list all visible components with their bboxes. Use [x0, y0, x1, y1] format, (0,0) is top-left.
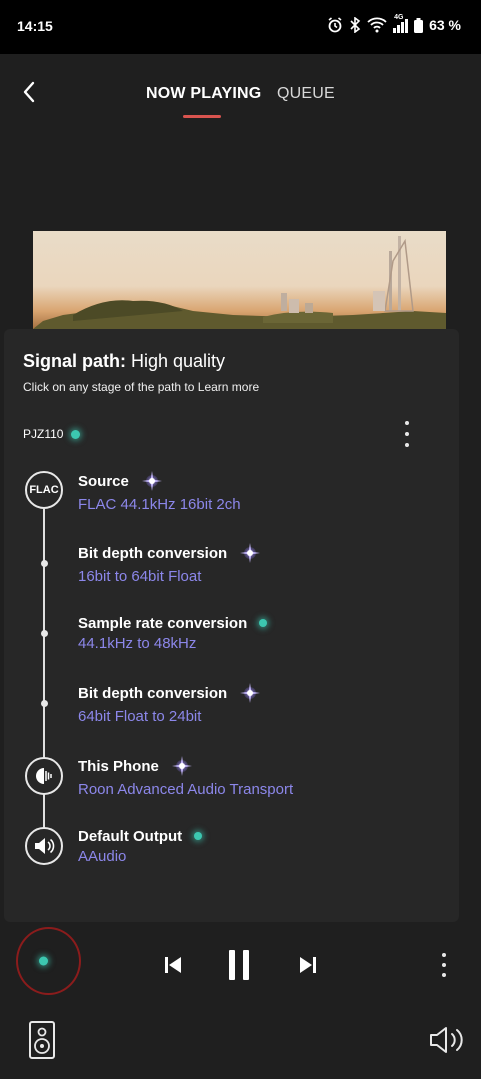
alarm-icon: [328, 17, 342, 33]
stage-bit-depth-1[interactable]: Bit depth conversion 16bit to 64bit Floa…: [78, 543, 261, 585]
volume-button[interactable]: [428, 1025, 466, 1060]
flac-badge-label: FLAC: [29, 484, 59, 496]
stage-source[interactable]: Source FLAC 44.1kHz 16bit 2ch: [78, 471, 241, 513]
more-options-button[interactable]: [400, 419, 414, 449]
album-art[interactable]: [33, 231, 446, 331]
stage-detail: AAudio: [78, 848, 127, 865]
signal-path-title: Signal path: High quality: [23, 351, 225, 372]
path-node: [41, 630, 48, 637]
battery-icon: [414, 17, 424, 33]
stage-detail: FLAC 44.1kHz 16bit 2ch: [78, 496, 241, 513]
stage-name: Bit depth conversion: [78, 684, 228, 702]
pause-icon: [229, 950, 249, 980]
stage-name: Sample rate conversion: [78, 614, 248, 632]
stage-detail: 16bit to 64bit Float: [78, 568, 202, 585]
enhanced-quality-icon: [141, 470, 163, 492]
bottom-bar: [0, 1005, 481, 1079]
signal-path-subtitle: Click on any stage of the path to Learn …: [23, 380, 260, 394]
zone-name: PJZ110: [23, 427, 64, 441]
tab-now-playing[interactable]: NOW PLAYING: [146, 85, 261, 103]
pause-button[interactable]: [226, 949, 252, 981]
battery-percent: 63 %: [429, 17, 461, 33]
signal-path-panel: Signal path: High quality Click on any s…: [4, 329, 459, 922]
network-type: 4G: [394, 14, 404, 21]
zone-picker-button[interactable]: [28, 1020, 56, 1065]
active-tab-indicator: [183, 115, 221, 118]
status-icons: 4G 63 %: [327, 14, 461, 33]
stage-name: Default Output: [78, 827, 183, 845]
flac-badge-icon[interactable]: FLAC: [25, 471, 63, 509]
bluetooth-icon: [350, 17, 361, 33]
cell-signal-icon: 4G: [393, 14, 409, 33]
top-nav: NOW PLAYING QUEUE: [0, 54, 481, 144]
stage-detail: 64bit Float to 24bit: [78, 708, 202, 725]
stage-sample-rate[interactable]: Sample rate conversion 44.1kHz to 48kHz: [78, 613, 268, 652]
stage-detail: Roon Advanced Audio Transport: [78, 781, 294, 798]
stage-name: Source: [78, 472, 129, 490]
player-controls: [0, 925, 481, 1005]
enhanced-quality-icon: [239, 682, 261, 704]
previous-button[interactable]: [161, 949, 185, 981]
path-node: [41, 700, 48, 707]
stage-default-output[interactable]: Default Output AAudio: [78, 826, 203, 865]
zone-status-dot: [71, 429, 81, 439]
signal-quality: High quality: [126, 351, 226, 371]
album-art-image: [33, 236, 446, 331]
signal-quality-button[interactable]: [16, 927, 81, 995]
next-button[interactable]: [296, 949, 320, 981]
stage-detail: 44.1kHz to 48kHz: [78, 635, 197, 652]
back-button[interactable]: [14, 76, 44, 108]
zone-row[interactable]: PJZ110: [23, 427, 81, 441]
skip-previous-icon: [165, 957, 181, 973]
high-quality-dot: [259, 619, 268, 627]
stage-name: Bit depth conversion: [78, 544, 228, 562]
volume-icon: [430, 1027, 463, 1053]
phone-speaker-icon[interactable]: [25, 757, 63, 795]
high-quality-dot: [194, 832, 203, 840]
enhanced-quality-icon: [239, 542, 261, 564]
signal-path-label: Signal path:: [23, 351, 126, 371]
status-time: 14:15: [17, 18, 53, 34]
skip-next-icon: [300, 957, 316, 973]
chevron-left-icon: [23, 81, 35, 103]
stage-this-phone[interactable]: This Phone Roon Advanced Audio Transport: [78, 756, 293, 798]
player-more-button[interactable]: [440, 953, 448, 977]
tab-queue[interactable]: QUEUE: [277, 85, 335, 103]
speaker-device-icon: [29, 1021, 55, 1059]
wifi-icon: [367, 17, 387, 33]
path-node: [41, 560, 48, 567]
speaker-icon[interactable]: [25, 827, 63, 865]
enhanced-quality-icon: [171, 755, 193, 777]
stage-bit-depth-2[interactable]: Bit depth conversion 64bit Float to 24bi…: [78, 683, 261, 725]
status-bar: 14:15 4G 63 %: [0, 0, 481, 54]
signal-quality-dot: [39, 956, 48, 966]
stage-name: This Phone: [78, 757, 159, 775]
